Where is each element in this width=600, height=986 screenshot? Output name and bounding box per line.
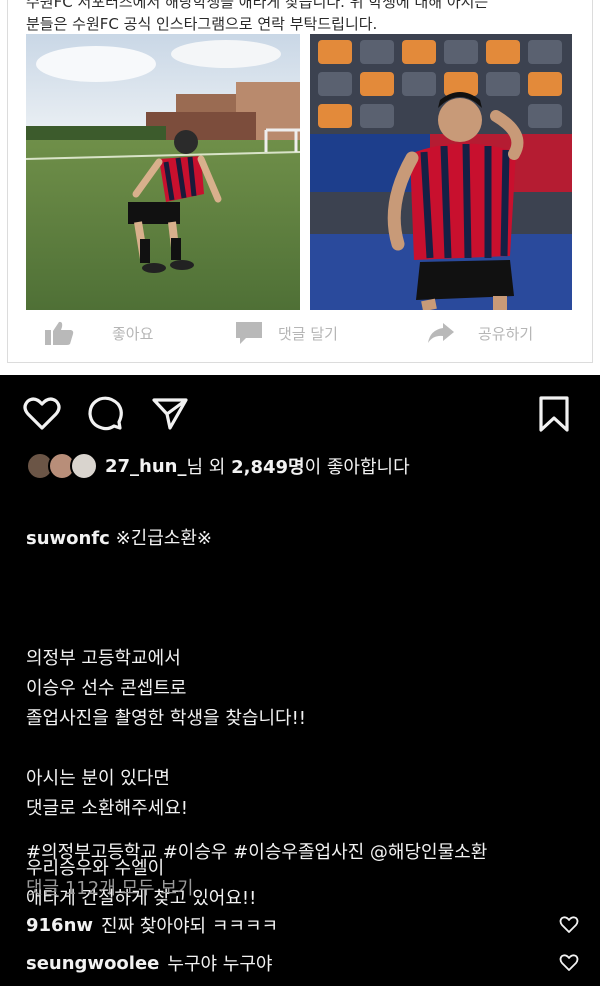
comment-row: 916nw 진짜 찾아야되 ㅋㅋㅋㅋ — [26, 911, 581, 939]
caption-headline: ※긴급소환※ — [109, 528, 212, 549]
comment-like-heart-icon[interactable] — [559, 915, 579, 935]
likes-summary[interactable]: 27_hun_ 님 외 2,849명 이 좋아합니다 — [26, 451, 410, 481]
save-button[interactable] — [534, 394, 574, 434]
player-photo — [310, 34, 572, 310]
comment-text: 누구야 누구야 — [167, 954, 273, 975]
comment-button[interactable] — [86, 394, 126, 434]
embedded-post-screenshot: 수원FC 서포터즈에서 해당학생을 애타게 찾습니다. 위 학생에 대해 아시는… — [0, 0, 600, 375]
liker-avatars — [26, 451, 100, 481]
comment-icon — [88, 396, 123, 431]
likes-middle-text: 님 외 — [186, 457, 232, 478]
fb-comment-label: 댓글 달기 — [278, 324, 338, 343]
likes-suffix: 이 좋아합니다 — [304, 457, 410, 478]
thumbs-up-icon — [45, 321, 74, 345]
fb-share-button[interactable]: 공유하기 — [426, 318, 533, 348]
fb-share-label: 공유하기 — [478, 324, 534, 343]
post-text: 수원FC 서포터즈에서 해당학생을 애타게 찾습니다. 위 학생에 대해 아시는… — [26, 0, 586, 35]
post-text-line-2: 분들은 수원FC 공식 인스타그램으로 연락 부탁드립니다. — [26, 15, 378, 33]
bookmark-icon — [539, 396, 569, 432]
liker-username[interactable]: 27_hun_ — [105, 456, 187, 477]
fb-action-bar: 좋아요 댓글 달기 공유하기 — [26, 318, 574, 348]
ig-action-bar — [0, 390, 600, 436]
caption-username[interactable]: suwonfc — [26, 528, 110, 549]
post-text-line-1: 수원FC 서포터즈에서 해당학생을 애타게 찾습니다. 위 학생에 대해 아시는 — [26, 0, 489, 11]
student-photo — [26, 34, 300, 310]
avatar — [70, 452, 98, 480]
share-button[interactable] — [150, 394, 190, 434]
comment-like-heart-icon[interactable] — [559, 953, 579, 973]
likes-count[interactable]: 2,849명 — [231, 453, 305, 479]
comment-text: 진짜 찾아야되 ㅋㅋㅋㅋ — [101, 916, 279, 937]
comment-username[interactable]: seungwoolee — [26, 953, 159, 974]
send-icon — [152, 398, 188, 430]
comment-row: seungwoolee 누구야 누구야 — [26, 949, 581, 977]
comment-username[interactable]: 916nw — [26, 915, 93, 936]
view-all-comments-link[interactable]: 댓글 112개 모두 보기 — [26, 874, 193, 900]
caption-hashtags[interactable]: #의정부고등학교 #이승우 #이승우졸업사진 @해당인물소환 — [26, 838, 487, 864]
comment-bubble-icon — [236, 322, 262, 344]
fb-like-button[interactable]: 좋아요 — [44, 318, 153, 348]
like-button[interactable] — [22, 394, 62, 434]
heart-icon — [23, 397, 61, 430]
fb-like-label: 좋아요 — [112, 324, 154, 343]
fb-comment-button[interactable]: 댓글 달기 — [234, 318, 338, 348]
share-arrow-icon — [428, 323, 454, 343]
